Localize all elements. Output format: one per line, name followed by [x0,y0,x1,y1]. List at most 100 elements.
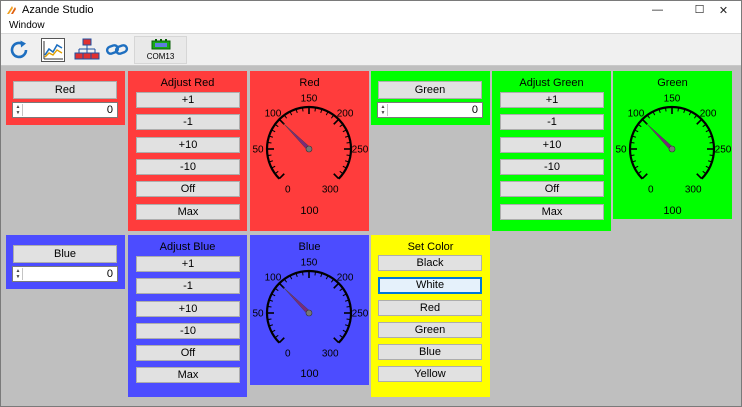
green-minus10-button[interactable]: -10 [500,159,604,175]
green-gauge-minor-tick [709,141,714,144]
green-gauge-minor-tick [709,154,714,157]
blue-value-input[interactable]: ▲ ▼ 0 [12,266,118,282]
green-gauge-minor-tick [646,114,651,119]
network-icon [74,38,100,60]
blue-gauge-title: Blue [298,241,321,253]
red-gauge-tick-label: 200 [337,108,354,119]
set-black-button[interactable]: Black [378,255,482,271]
green-plus10-button[interactable]: +10 [500,137,604,153]
green-gauge-minor-tick [702,170,707,175]
close-button[interactable]: ✕ [707,1,740,19]
adjust-green-panel: Adjust Green +1 -1 +10 -10 Off Max [492,71,611,231]
blue-off-button[interactable]: Off [136,345,240,361]
blue-gauge-minor-tick [346,305,351,308]
red-plus10-button[interactable]: +10 [136,137,240,153]
red-gauge-major-tick [278,173,285,180]
green-gauge-minor-tick [702,123,707,128]
green-plus1-button[interactable]: +1 [500,92,604,108]
green-off-button[interactable]: Off [500,181,604,197]
red-gauge-minor-tick [274,170,279,175]
blue-gauge-readout: 100 [300,368,319,380]
red-gauge-major-tick [333,118,340,125]
set-yellow-button[interactable]: Yellow [378,366,482,382]
red-off-button[interactable]: Off [136,181,240,197]
red-gauge-minor-tick [283,114,288,119]
adjust-blue-panel: Adjust Blue +1 -1 +10 -10 Off Max [128,235,247,397]
green-gauge-tick-label: 300 [685,185,702,193]
blue-gauge-minor-tick [314,271,317,276]
spin-arrows-icon[interactable]: ▲ ▼ [379,104,388,116]
green-gauge-title: Green [657,77,688,89]
blue-gauge-minor-tick [267,318,272,321]
set-red-button[interactable]: Red [378,300,482,316]
menu-window[interactable]: Window [9,20,45,31]
green-label-button[interactable]: Green [378,81,482,99]
red-gauge-needle [283,123,311,151]
title-bar: Azande Studio — ☐ ✕ [1,1,741,19]
link-icon [105,44,129,55]
blue-gauge-minor-tick [267,305,272,308]
blue-gauge-tick-label: 100 [265,272,282,283]
green-value-input[interactable]: ▲ ▼ 0 [377,102,483,118]
red-gauge-tick-label: 300 [322,185,339,193]
red-gauge-minor-tick [330,114,335,119]
blue-gauge-panel: Blue 0 50 100 150 200 250 300 100 [250,235,369,385]
green-gauge-panel: Green 0 50 100 150 200 250 300 100 [613,71,732,219]
app-logo-icon [7,6,16,14]
blue-input-panel: Blue ▲ ▼ 0 [6,235,125,289]
red-gauge-minor-tick [274,123,279,128]
red-gauge-minor-tick [346,154,351,157]
blue-max-button[interactable]: Max [136,367,240,383]
blue-plus1-button[interactable]: +1 [136,256,240,272]
green-minus1-button[interactable]: -1 [500,114,604,130]
red-gauge-tick-label: 250 [352,145,369,156]
red-label-button[interactable]: Red [13,81,117,99]
adjust-blue-title: Adjust Blue [159,241,216,253]
chart-button[interactable] [39,36,67,64]
red-minus10-button[interactable]: -10 [136,159,240,175]
blue-gauge-minor-tick [339,287,344,292]
red-gauge-minor-tick [314,107,317,112]
green-max-button[interactable]: Max [500,204,604,220]
spin-arrows-icon[interactable]: ▲ ▼ [14,104,23,116]
green-gauge-major-tick [696,118,703,125]
blue-minus10-button[interactable]: -10 [136,323,240,339]
green-gauge-major-tick [641,118,648,125]
set-green-button[interactable]: Green [378,322,482,338]
blue-gauge-major-tick [333,282,340,289]
green-gauge-needle [646,123,674,151]
blue-minus1-button[interactable]: -1 [136,278,240,294]
red-plus1-button[interactable]: +1 [136,92,240,108]
green-gauge-tick-label: 200 [700,108,717,119]
green-gauge-minor-tick [677,107,680,112]
blue-gauge: 0 50 100 150 200 250 300 [252,258,368,358]
minimize-button[interactable]: — [641,1,674,19]
red-max-button[interactable]: Max [136,204,240,220]
set-blue-button[interactable]: Blue [378,344,482,360]
spin-arrows-icon[interactable]: ▲ ▼ [14,268,23,280]
blue-label-button[interactable]: Blue [13,245,117,263]
window-title: Azande Studio [22,4,94,16]
set-white-button[interactable]: White [378,277,482,294]
network-button[interactable] [73,36,101,64]
blue-gauge-major-tick [278,282,285,289]
red-minus1-button[interactable]: -1 [136,114,240,130]
app-window: Azande Studio — ☐ ✕ Window COM13 Red ▲ ▼… [0,0,742,407]
menu-bar: Window [1,19,741,34]
green-value: 0 [471,104,478,116]
blue-gauge-minor-tick [339,334,344,339]
refresh-button[interactable] [5,36,33,64]
green-gauge-readout: 100 [663,205,682,217]
blue-gauge-needle [283,287,311,315]
red-gauge-minor-tick [267,141,272,144]
chart-icon [41,38,65,62]
link-button[interactable] [103,36,131,64]
set-color-title: Set Color [407,241,454,253]
blue-gauge-major-tick [333,337,340,344]
green-gauge-major-tick [696,173,703,180]
red-gauge-tick-label: 150 [301,94,318,105]
blue-gauge-minor-tick [274,334,279,339]
blue-plus10-button[interactable]: +10 [136,301,240,317]
com-port-button[interactable]: COM13 [134,36,187,64]
red-value-input[interactable]: ▲ ▼ 0 [12,102,118,118]
